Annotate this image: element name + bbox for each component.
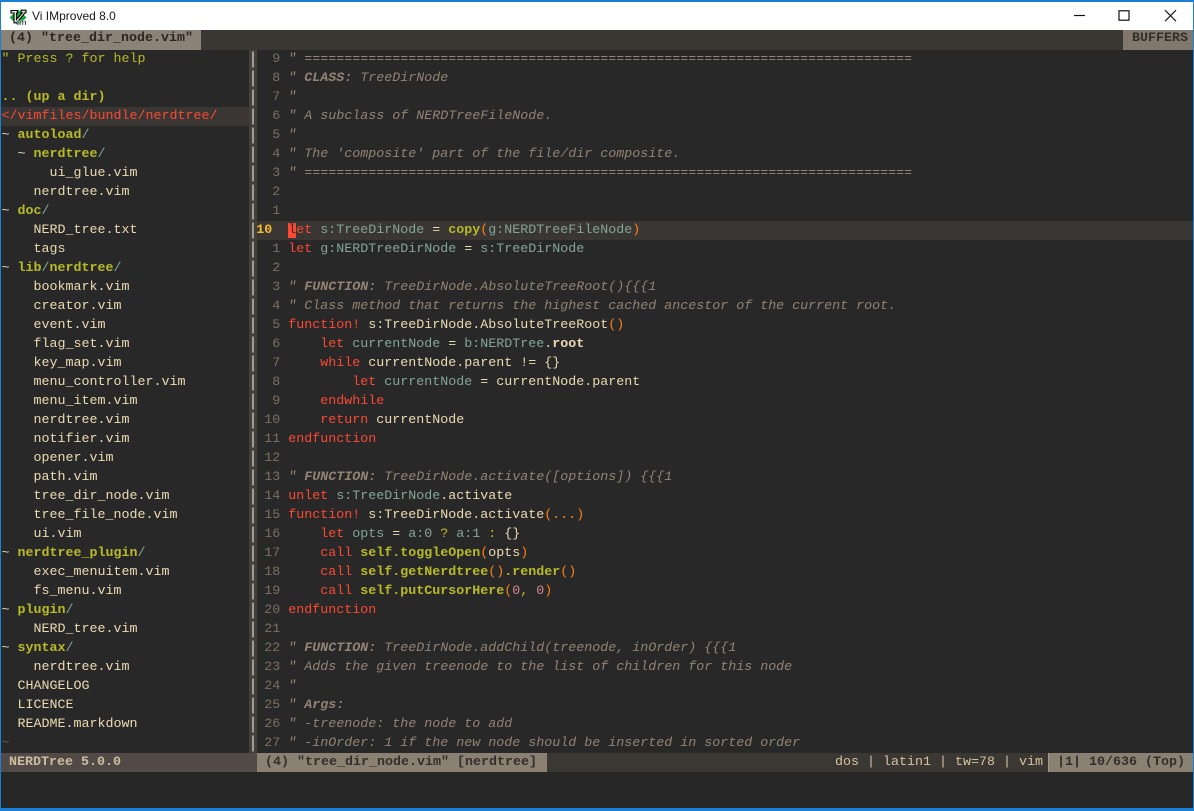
svg-text:im: im — [17, 17, 27, 26]
